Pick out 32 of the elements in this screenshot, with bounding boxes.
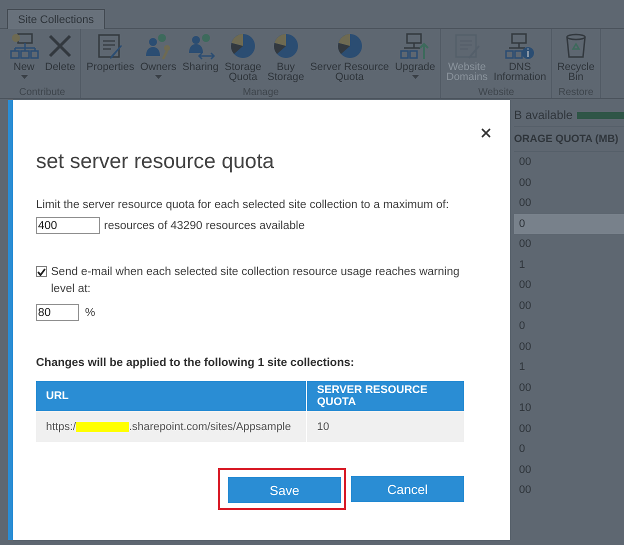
sitemap-info-icon xyxy=(504,32,535,60)
input-field[interactable]: 400 xyxy=(36,217,100,234)
url-text[interactable]: https:/ xyxy=(46,420,76,432)
document-pencil-icon xyxy=(96,32,124,60)
table-cell: 0 xyxy=(519,218,526,230)
instruction-text: Limit the server resource quota for each selected site collection to a maximum of: xyxy=(36,199,450,211)
dialog-title: set server resource quota xyxy=(36,150,274,174)
dialog-button[interactable]: Save xyxy=(228,477,341,503)
check-icon xyxy=(37,268,46,276)
selected-row[interactable]: 0 xyxy=(514,214,624,234)
close-icon[interactable] xyxy=(481,128,491,138)
checkbox-label: Send e-mail when each selected site collection resource usage reaches warning level at: xyxy=(51,265,460,297)
url-text[interactable]: .sharepoint.com/sites/Appsample xyxy=(128,420,291,432)
percent-unit: % xyxy=(85,306,96,318)
input-field[interactable]: 80 xyxy=(36,304,79,321)
caret-icon[interactable] xyxy=(412,75,419,79)
column-header: SERVER RESOURCE QUOTA xyxy=(316,383,428,410)
caret-icon[interactable] xyxy=(20,75,28,79)
pie-chart-icon xyxy=(229,32,257,60)
resources-text: resources of 43290 resources available xyxy=(104,220,305,232)
caret-icon[interactable] xyxy=(154,75,162,79)
trash-bin-icon xyxy=(564,32,588,60)
storage-bar xyxy=(576,112,624,118)
pie-chart-icon xyxy=(336,32,364,60)
sitemap-icon xyxy=(9,32,39,60)
ribbon-tab[interactable]: Site Collections xyxy=(7,9,105,29)
pie-chart-icon xyxy=(272,32,300,60)
table-cell-text: 10 xyxy=(316,420,330,434)
dialog-button[interactable]: Cancel xyxy=(351,476,464,502)
section-heading: Changes will be applied to the following 1 site collections: xyxy=(36,357,356,369)
checkbox[interactable] xyxy=(36,266,47,277)
sitemap-arrow-icon xyxy=(400,32,430,60)
